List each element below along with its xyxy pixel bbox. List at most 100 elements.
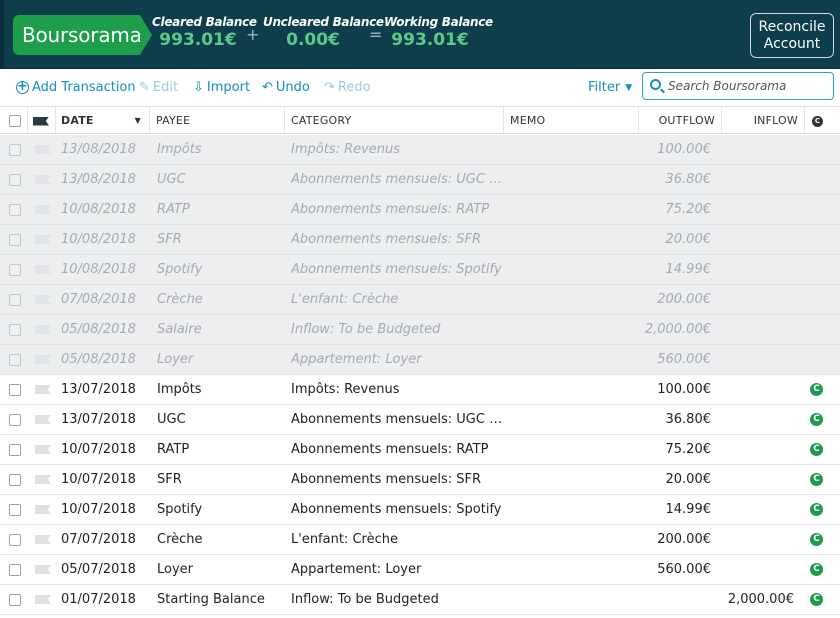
category-cell[interactable]: Impôts: Revenus [291,135,503,164]
search-input[interactable] [668,76,828,96]
outflow-cell[interactable]: 14.99€ [640,495,712,524]
payee-cell[interactable]: UGC [157,165,283,194]
transaction-row[interactable]: 01/07/2018 Starting Balance Inflow: To be … [0,585,840,615]
cleared-column-header[interactable]: C [805,107,840,134]
category-cell[interactable]: L'enfant: Crèche [291,285,503,314]
category-cell[interactable]: Appartement: Loyer [291,555,503,584]
add-transaction-button[interactable]: + Add Transaction [16,80,136,95]
flag-icon[interactable] [35,565,51,574]
inflow-cell[interactable] [722,315,794,344]
flag-icon[interactable] [35,265,51,274]
flag-icon[interactable] [35,145,51,154]
date-cell[interactable]: 07/08/2018 [61,285,147,314]
flag-icon[interactable] [35,175,51,184]
inflow-cell[interactable] [722,465,794,494]
outflow-cell[interactable]: 200.00€ [640,285,711,314]
payee-cell[interactable]: Impôts [157,135,283,164]
transaction-row[interactable]: 10/07/2018 Spotify Abonnements mensuels: S… [0,495,840,525]
date-cell[interactable]: 05/07/2018 [61,555,147,584]
category-cell[interactable]: Inflow: To be Budgeted [291,585,503,614]
payee-cell[interactable]: RATP [157,195,283,224]
date-column-header[interactable]: DATE ▼ [56,107,150,134]
row-checkbox[interactable] [9,293,21,306]
payee-cell[interactable]: Salaire [157,315,283,344]
payee-cell[interactable]: Crèche [157,285,283,314]
date-cell[interactable]: 13/08/2018 [61,165,147,194]
transaction-row[interactable]: 10/07/2018 RATP Abonnements mensuels: RATP… [0,435,840,465]
outflow-cell[interactable]: 75.20€ [640,435,712,464]
flag-icon[interactable] [35,535,51,544]
row-checkbox[interactable] [9,503,21,516]
transaction-row[interactable]: 13/07/2018 Impôts Impôts: Revenus 100.00€ C [0,375,840,405]
outflow-cell[interactable]: 560.00€ [640,555,711,584]
inflow-cell[interactable] [722,135,794,164]
cleared-icon[interactable]: C [810,473,823,486]
search-box[interactable] [642,72,834,100]
inflow-cell[interactable] [722,225,794,254]
scheduled-transaction-row[interactable]: 13/08/2018 UGC Abonnements mensuels: UGC I… [0,165,840,195]
date-cell[interactable]: 10/07/2018 [61,465,147,494]
flag-icon[interactable] [35,595,51,604]
payee-cell[interactable]: RATP [157,435,283,464]
flag-icon[interactable] [35,235,51,244]
outflow-cell[interactable]: 36.80€ [640,405,712,434]
flag-icon[interactable] [35,445,51,454]
undo-button[interactable]: ↶ Undo [262,80,310,95]
outflow-cell[interactable]: 100.00€ [640,375,711,404]
flag-icon[interactable] [35,355,51,364]
inflow-cell[interactable] [722,345,794,374]
payee-cell[interactable]: Loyer [157,555,283,584]
scheduled-transaction-row[interactable]: 07/08/2018 Crèche L'enfant: Crèche 200.00€ [0,285,840,315]
outflow-cell[interactable]: 560.00€ [640,345,711,374]
inflow-cell[interactable] [722,495,794,524]
row-checkbox[interactable] [9,443,21,456]
date-cell[interactable]: 13/07/2018 [61,375,147,404]
category-cell[interactable]: Abonnements mensuels: Spotify [291,495,503,524]
row-checkbox[interactable] [9,323,21,336]
transaction-row[interactable]: 07/07/2018 Crèche L'enfant: Crèche 200.00€ C [0,525,840,555]
row-checkbox[interactable] [9,473,21,486]
payee-cell[interactable]: Crèche [157,525,283,554]
transaction-row[interactable]: 05/07/2018 Loyer Appartement: Loyer 560.00€… [0,555,840,585]
payee-cell[interactable]: Loyer [157,345,283,374]
payee-cell[interactable]: UGC [157,405,283,434]
payee-cell[interactable]: Starting Balance [157,585,283,614]
row-checkbox[interactable] [9,533,21,546]
transaction-row[interactable]: 13/07/2018 UGC Abonnements mensuels: UGC I… [0,405,840,435]
payee-cell[interactable]: SFR [157,225,283,254]
flag-column-header[interactable] [28,107,56,134]
flag-icon[interactable] [35,475,51,484]
filter-button[interactable]: Filter ▼ [588,80,632,95]
date-cell[interactable]: 10/07/2018 [61,495,147,524]
inflow-cell[interactable] [722,435,794,464]
inflow-cell[interactable] [722,375,794,404]
inflow-cell[interactable] [722,405,794,434]
outflow-cell[interactable]: 100.00€ [640,135,711,164]
reconcile-account-button[interactable]: Reconcile Account [750,13,834,58]
category-cell[interactable]: Inflow: To be Budgeted [291,315,503,344]
row-checkbox[interactable] [9,173,21,186]
scheduled-transaction-row[interactable]: 10/08/2018 Spotify Abonnements mensuels: S… [0,255,840,285]
row-checkbox[interactable] [9,593,21,606]
date-cell[interactable]: 01/07/2018 [61,585,147,614]
cleared-icon[interactable]: C [810,503,823,516]
row-checkbox[interactable] [9,203,21,216]
flag-icon[interactable] [35,415,51,424]
date-cell[interactable]: 10/08/2018 [61,225,147,254]
row-checkbox[interactable] [9,383,21,396]
date-cell[interactable]: 13/08/2018 [61,135,147,164]
payee-cell[interactable]: SFR [157,465,283,494]
scheduled-transaction-row[interactable]: 10/08/2018 RATP Abonnements mensuels: RATP… [0,195,840,225]
row-checkbox[interactable] [9,413,21,426]
outflow-cell[interactable]: 20.00€ [640,225,712,254]
row-checkbox[interactable] [9,233,21,246]
category-cell[interactable]: Appartement: Loyer [291,345,503,374]
cleared-icon[interactable]: C [810,593,823,606]
scheduled-transaction-row[interactable]: 10/08/2018 SFR Abonnements mensuels: SFR 20… [0,225,840,255]
inflow-cell[interactable] [722,195,794,224]
flag-icon[interactable] [35,505,51,514]
cleared-icon[interactable]: C [810,533,823,546]
flag-icon[interactable] [35,325,51,334]
inflow-cell[interactable] [722,555,794,584]
cleared-icon[interactable]: C [810,413,823,426]
